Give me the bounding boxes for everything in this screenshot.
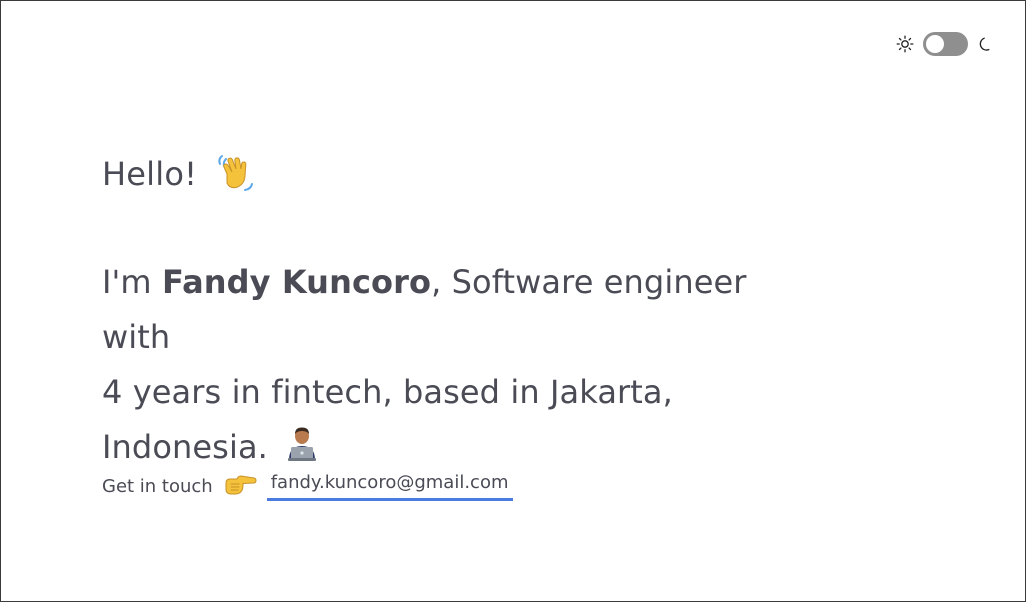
theme-toggle-switch[interactable] xyxy=(923,32,968,56)
waving-hand-emoji-icon xyxy=(218,155,254,191)
technologist-emoji-icon xyxy=(288,427,317,461)
greeting-text: Hello! xyxy=(102,155,198,193)
greeting-heading: Hello! xyxy=(102,147,822,201)
intro-paragraph: I'm Fandy Kuncoro, Software engineer wit… xyxy=(102,255,822,475)
intro-prefix: I'm xyxy=(102,263,162,301)
contact-label: Get in touch xyxy=(102,475,213,497)
email-link[interactable]: fandy.kuncoro@gmail.com xyxy=(266,471,513,501)
intro-line3: Indonesia. xyxy=(102,428,268,466)
page-frame: Hello! I'm Fandy Kuncoro, Software engin… xyxy=(0,0,1026,602)
pointing-right-emoji-icon xyxy=(225,475,257,495)
intro-line2: 4 years in fintech, based in Jakarta, xyxy=(102,373,673,411)
theme-toggle xyxy=(896,32,994,56)
sun-icon xyxy=(896,35,914,53)
contact-row: Get in touch fandy.kuncoro@gmail.com xyxy=(102,471,513,501)
moon-icon xyxy=(979,37,990,51)
hero-section: Hello! I'm Fandy Kuncoro, Software engin… xyxy=(102,147,822,475)
toggle-knob xyxy=(926,35,944,53)
author-name: Fandy Kuncoro xyxy=(161,263,432,301)
